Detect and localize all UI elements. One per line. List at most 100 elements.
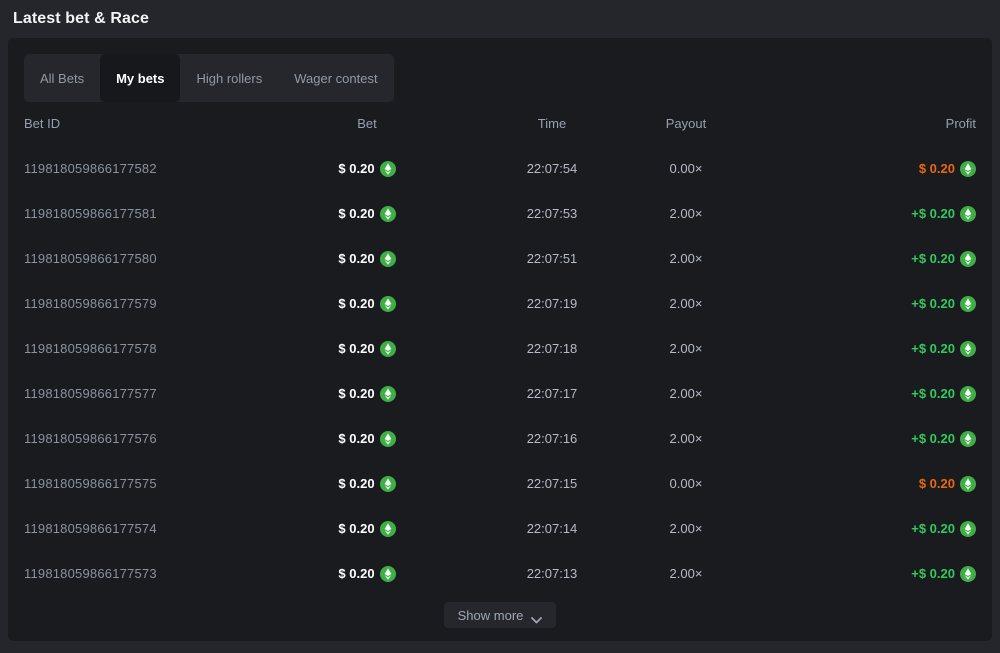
bet-payout: 2.00× (670, 566, 703, 581)
chevron-down-icon (531, 612, 542, 619)
table-row[interactable]: 119818059866177581 $ 0.20 22:07:53 2.00× +$ … (24, 191, 976, 236)
bet-amount-cell: $ 0.20 (338, 296, 395, 312)
bet-payout: 0.00× (670, 161, 703, 176)
bet-time: 22:07:19 (527, 296, 578, 311)
bets-table-body: 119818059866177582$ 0.2022:07:540.00×$ 0… (24, 146, 976, 596)
bet-amount: $ 0.20 (338, 566, 374, 581)
bet-id: 119818059866177574 (24, 521, 157, 536)
bet-id: 119818059866177580 (24, 251, 157, 266)
bet-amount-cell: $ 0.20 (338, 566, 395, 582)
bet-payout: 2.00× (670, 341, 703, 356)
table-row[interactable]: 119818059866177574$ 0.2022:07:142.00×+$ … (24, 506, 976, 551)
header-profit: Profit (946, 116, 976, 131)
bet-payout: 2.00× (670, 521, 703, 536)
bet-amount-cell: $ 0.20 (338, 476, 395, 492)
bet-time: 22:07:18 (527, 341, 578, 356)
eth-coin-icon (380, 296, 396, 312)
bet-amount-cell: $ 0.20 (338, 521, 395, 537)
bet-amount: $ 0.20 (338, 296, 374, 311)
bet-amount: $ 0.20 (338, 341, 374, 356)
eth-coin-icon (960, 386, 976, 402)
bet-id: 119818059866177576 (24, 431, 157, 446)
bet-payout: 2.00× (670, 206, 703, 221)
tab-all-bets[interactable]: All Bets (24, 54, 100, 102)
bet-amount: $ 0.20 (338, 476, 374, 491)
bet-time: 22:07:16 (527, 431, 578, 446)
bet-time: 22:07:53 (527, 206, 578, 221)
eth-coin-icon (960, 566, 976, 582)
tab-my-bets[interactable]: My bets (100, 54, 180, 102)
show-more-label: Show more (458, 608, 524, 623)
bet-amount: $ 0.20 (338, 251, 374, 266)
tab-wager-contest[interactable]: Wager contest (278, 54, 393, 102)
bet-id: 119818059866177578 (24, 341, 157, 356)
table-header-row: Bet ID Bet Time Payout Profit (24, 110, 976, 136)
bet-time: 22:07:15 (527, 476, 578, 491)
table-row[interactable]: 119818059866177579 $ 0.20 22:07:19 2.00× +$ … (24, 281, 976, 326)
bet-id: 119818059866177577 (24, 386, 157, 401)
show-more-button[interactable]: Show more (444, 602, 557, 628)
bet-time: 22:07:13 (527, 566, 578, 581)
profit-cell: +$ 0.20 (911, 431, 976, 447)
table-row[interactable]: 119818059866177577$ 0.2022:07:172.00×+$ … (24, 371, 976, 416)
profit-cell: $ 0.20 (919, 476, 976, 492)
profit-amount: $ 0.20 (919, 161, 955, 176)
eth-coin-icon (380, 521, 396, 537)
bet-amount-cell: $ 0.20 (338, 251, 395, 267)
profit-amount: +$ 0.20 (911, 566, 955, 581)
eth-coin-icon (380, 566, 396, 582)
eth-coin-icon (380, 161, 396, 177)
eth-coin-icon (380, 386, 396, 402)
profit-cell: +$ 0.20 (911, 251, 976, 267)
bet-payout: 2.00× (670, 296, 703, 311)
profit-amount: +$ 0.20 (911, 341, 955, 356)
table-row[interactable]: 119818059866177576 $ 0.20 22:07:16 2.00× +$ … (24, 416, 976, 461)
eth-coin-icon (960, 431, 976, 447)
tab-bar: All Bets My bets High rollers Wager cont… (24, 54, 394, 102)
profit-amount: +$ 0.20 (911, 521, 955, 536)
bet-id: 119818059866177581 (24, 206, 157, 221)
profit-cell: +$ 0.20 (911, 296, 976, 312)
bet-amount: $ 0.20 (338, 431, 374, 446)
eth-coin-icon (960, 206, 976, 222)
show-more-container: Show more (24, 602, 976, 628)
bet-amount-cell: $ 0.20 (338, 431, 395, 447)
bet-amount: $ 0.20 (338, 521, 374, 536)
tab-high-rollers[interactable]: High rollers (180, 54, 278, 102)
bet-time: 22:07:51 (527, 251, 578, 266)
bet-amount-cell: $ 0.20 (338, 161, 395, 177)
profit-cell: +$ 0.20 (911, 521, 976, 537)
bet-id: 119818059866177579 (24, 296, 157, 311)
header-payout: Payout (666, 116, 706, 131)
profit-cell: $ 0.20 (919, 161, 976, 177)
table-row[interactable]: 119818059866177582$ 0.2022:07:540.00×$ 0… (24, 146, 976, 191)
bet-amount-cell: $ 0.20 (338, 341, 395, 357)
eth-coin-icon (960, 296, 976, 312)
eth-coin-icon (960, 341, 976, 357)
profit-amount: +$ 0.20 (911, 431, 955, 446)
bet-time: 22:07:54 (527, 161, 578, 176)
header-bet-id: Bet ID (24, 116, 60, 131)
eth-coin-icon (960, 476, 976, 492)
table-row[interactable]: 119818059866177580$ 0.2022:07:512.00×+$ … (24, 236, 976, 281)
profit-cell: +$ 0.20 (911, 566, 976, 582)
page-title: Latest bet & Race (13, 10, 149, 28)
bet-payout: 2.00× (670, 431, 703, 446)
profit-cell: +$ 0.20 (911, 341, 976, 357)
eth-coin-icon (960, 161, 976, 177)
eth-coin-icon (960, 251, 976, 267)
bet-amount: $ 0.20 (338, 161, 374, 176)
profit-amount: +$ 0.20 (911, 206, 955, 221)
table-row[interactable]: 119818059866177575$ 0.2022:07:150.00×$ 0… (24, 461, 976, 506)
eth-coin-icon (960, 521, 976, 537)
bet-amount: $ 0.20 (338, 206, 374, 221)
eth-coin-icon (380, 341, 396, 357)
bet-payout: 2.00× (670, 386, 703, 401)
table-row[interactable]: 119818059866177573$ 0.2022:07:132.00×+$ … (24, 551, 976, 596)
bet-payout: 0.00× (670, 476, 703, 491)
eth-coin-icon (380, 431, 396, 447)
bet-time: 22:07:17 (527, 386, 578, 401)
latest-bets-panel: All Bets My bets High rollers Wager cont… (8, 38, 992, 641)
profit-amount: +$ 0.20 (911, 296, 955, 311)
table-row[interactable]: 119818059866177578 $ 0.20 22:07:18 2.00× +$ … (24, 326, 976, 371)
